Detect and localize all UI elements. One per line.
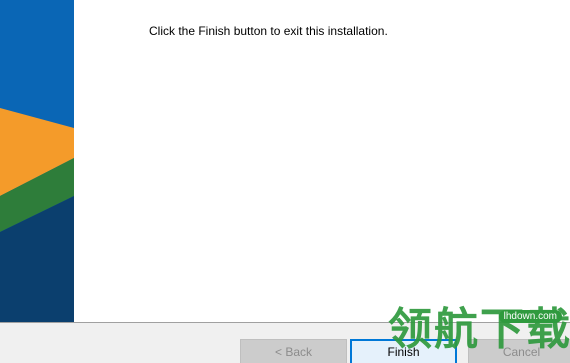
finish-button[interactable]: Finish xyxy=(350,339,457,363)
installer-window: Click the Finish button to exit this ins… xyxy=(0,0,570,363)
cancel-button[interactable]: Cancel xyxy=(468,339,570,363)
button-bar: < Back Finish Cancel xyxy=(0,322,570,363)
side-banner-image xyxy=(0,0,74,322)
content-panel: Click the Finish button to exit this ins… xyxy=(74,0,570,322)
back-button[interactable]: < Back xyxy=(240,339,347,363)
finish-message: Click the Finish button to exit this ins… xyxy=(149,24,388,38)
